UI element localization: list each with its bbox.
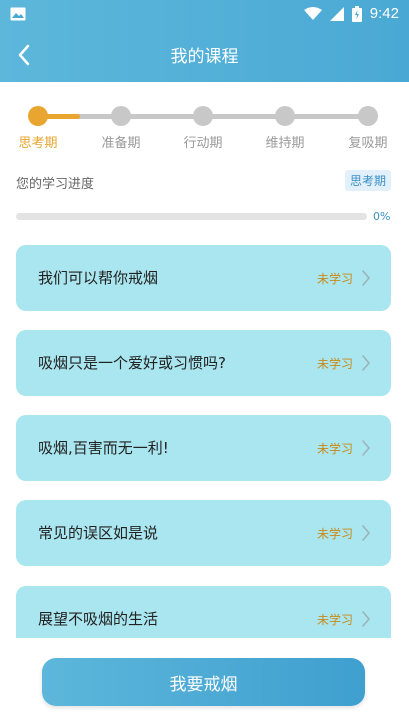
progress-percent: 0% [373,210,391,223]
lesson-status: 未学习 [316,272,353,286]
lesson-title: 展望不吸烟的生活 [38,610,159,628]
lesson-status: 未学习 [316,613,353,627]
lesson-status: 未学习 [316,442,353,456]
image-icon [10,7,26,21]
chevron-right-icon [362,440,371,456]
stage-stepper: 思考期 准备期 行动期 维持期 复吸期 [0,104,409,156]
lesson-title: 吸烟只是一个爱好或习惯吗? [38,354,226,372]
stage-dot [28,106,48,126]
stage-item[interactable]: 复吸期 [338,104,398,151]
stage-dot [275,106,295,126]
chevron-right-icon [362,525,371,541]
chevron-right-icon [362,355,371,371]
lesson-card[interactable]: 吸烟,百害而无一利! 未学习 [16,415,391,481]
lesson-title: 常见的误区如是说 [38,524,159,542]
stage-dot [193,106,213,126]
wifi-icon [303,6,322,20]
stage-label: 思考期 [18,136,58,151]
lesson-card[interactable]: 我们可以帮你戒烟 未学习 [16,245,391,311]
status-icons: 9:42 [303,5,399,22]
stage-item[interactable]: 维持期 [255,104,315,151]
progress-bar [16,213,367,220]
signal-icon [329,6,344,21]
stage-label: 准备期 [101,136,141,151]
chevron-right-icon [362,611,371,627]
battery-icon [351,5,362,22]
current-stage-badge: 思考期 [344,170,391,191]
lesson-list[interactable]: 我们可以帮你戒烟 未学习 吸烟只是一个爱好或习惯吗? 未学习 吸烟,百害而无一利… [16,245,391,638]
app-header: 9:42 我的课程 [0,0,409,82]
status-time: 9:42 [369,5,399,22]
lesson-card[interactable]: 展望不吸烟的生活 未学习 [16,586,391,638]
chevron-right-icon [362,270,371,286]
stage-item[interactable]: 思考期 [8,104,68,151]
page-title: 我的课程 [170,47,239,67]
lesson-status: 未学习 [316,527,353,541]
lesson-title: 我们可以帮你戒烟 [38,269,159,287]
stage-item[interactable]: 行动期 [173,104,233,151]
stage-dot [358,106,378,126]
stage-item[interactable]: 准备期 [91,104,151,151]
quit-smoking-button[interactable]: 我要戒烟 [42,658,365,706]
lesson-card[interactable]: 常见的误区如是说 未学习 [16,500,391,566]
progress-label: 您的学习进度 [16,177,95,192]
lesson-card[interactable]: 吸烟只是一个爱好或习惯吗? 未学习 [16,330,391,396]
status-bar: 9:42 [0,0,409,30]
lesson-status: 未学习 [316,357,353,371]
nav-bar: 我的课程 [0,30,409,82]
stage-dot [111,106,131,126]
stage-label: 行动期 [183,136,223,151]
stage-label: 维持期 [265,136,305,151]
stage-label: 复吸期 [348,136,388,151]
lesson-title: 吸烟,百害而无一利! [38,439,169,457]
